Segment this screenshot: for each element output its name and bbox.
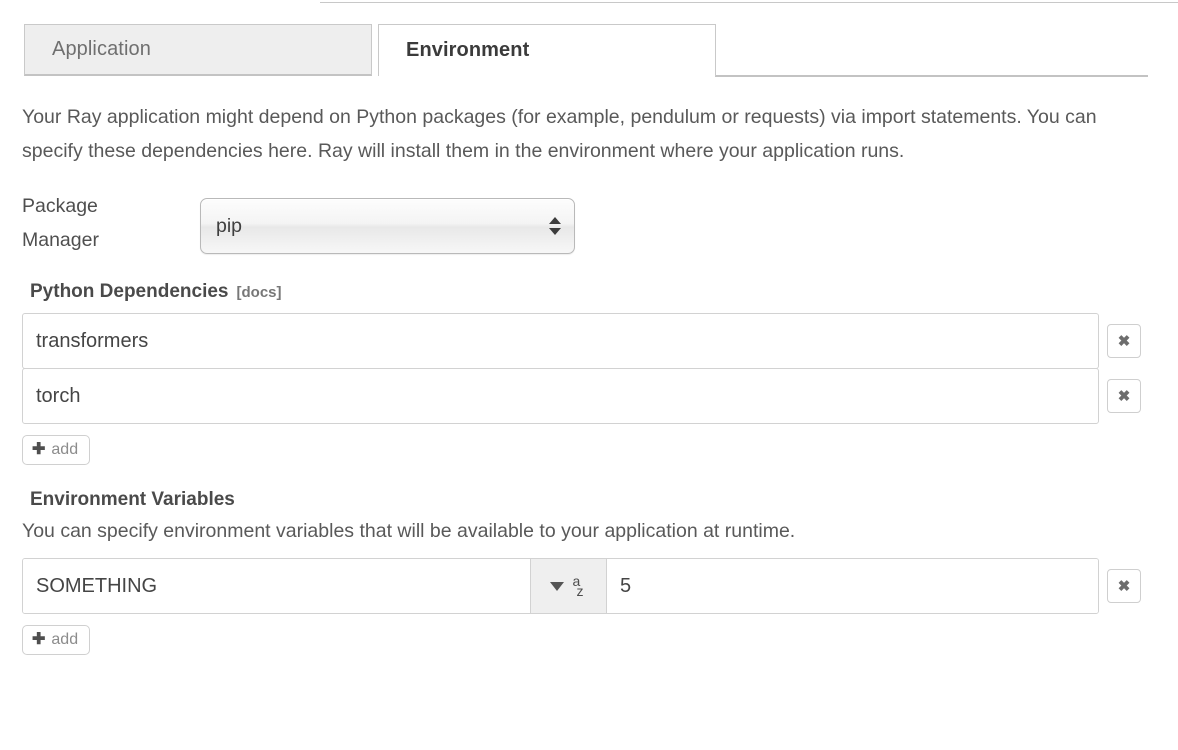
plus-icon: ✚ [32,442,45,458]
text-type-az-icon: a z [573,573,588,599]
add-environment-variable-label: add [51,632,78,648]
remove-dependency-button[interactable]: ✖ [1107,324,1141,358]
dependency-input[interactable] [22,368,1099,424]
dependency-row: ✖ [22,369,1178,424]
environment-variable-value-input[interactable] [607,559,1098,613]
environment-variable-row: a z ✖ [22,558,1178,614]
environment-variables-list: a z ✖ [0,558,1178,614]
tab-bar: Application Environment [0,24,1148,76]
tab-application-label: Application [52,38,151,61]
tab-environment-label: Environment [406,39,529,62]
python-dependencies-heading: Python Dependencies [docs] [0,281,1178,303]
python-dependencies-title: Python Dependencies [30,281,229,303]
remove-environment-variable-button[interactable]: ✖ [1107,569,1141,603]
environment-variables-heading: Environment Variables [0,489,1178,511]
add-dependency-label: add [51,442,78,458]
environment-variable-field-group: a z [22,558,1099,614]
intro-paragraph: Your Ray application might depend on Pyt… [0,76,1178,168]
environment-variables-title: Environment Variables [30,489,235,511]
python-dependencies-list: ✖ ✖ [0,313,1178,424]
package-manager-value: pip [216,199,242,253]
dependency-input[interactable] [22,313,1099,369]
chevron-down-icon [550,582,564,591]
tab-environment[interactable]: Environment [378,24,716,76]
package-manager-label-line1: Package [22,189,200,223]
python-dependencies-docs-link[interactable]: [docs] [237,284,282,301]
environment-variable-type-picker[interactable]: a z [531,559,607,613]
remove-dependency-button[interactable]: ✖ [1107,379,1141,413]
dependency-row: ✖ [22,313,1178,369]
package-manager-label-line2: Manager [22,223,200,257]
environment-variable-key-input[interactable] [23,559,531,613]
add-environment-variable-button[interactable]: ✚ add [22,625,90,655]
environment-panel: Your Ray application might depend on Pyt… [0,76,1178,655]
tab-application[interactable]: Application [24,24,372,76]
package-manager-row: Package Manager pip [0,189,1178,257]
az-icon-z: z [577,584,584,598]
package-manager-select-wrap: pip [200,198,575,254]
package-manager-select[interactable]: pip [200,198,575,254]
package-manager-label: Package Manager [22,189,200,257]
top-divider [320,2,1178,3]
environment-variables-description: You can specify environment variables th… [0,515,1178,547]
add-dependency-button[interactable]: ✚ add [22,435,90,465]
plus-icon: ✚ [32,632,45,648]
